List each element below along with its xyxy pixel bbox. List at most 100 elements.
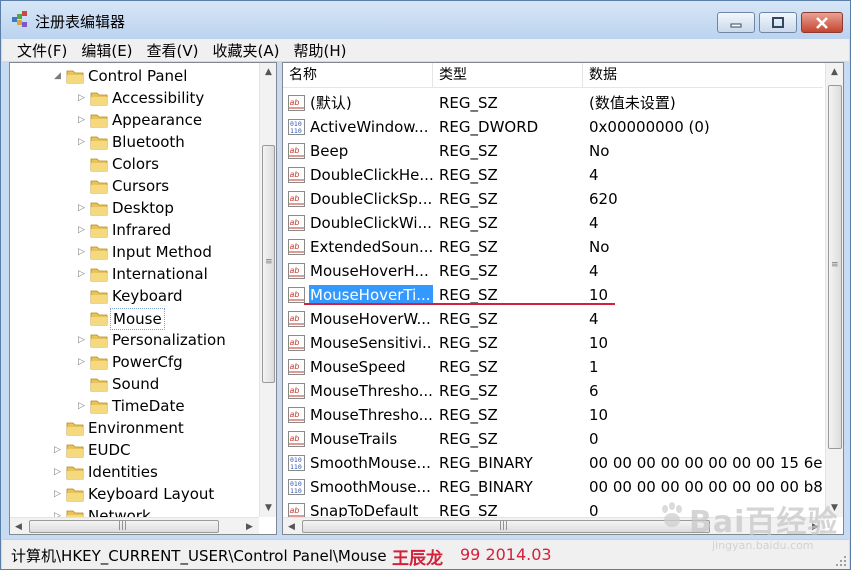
column-header-name[interactable]: 名称 — [283, 63, 433, 88]
tree-item[interactable]: ▷ Identities — [10, 461, 262, 483]
value-data: (数值未设置) — [589, 94, 676, 112]
tree-item[interactable]: ▷ PowerCfg — [10, 351, 262, 373]
tree-item[interactable]: ▷ Accessibility — [10, 87, 262, 109]
resize-grip-icon[interactable] — [835, 555, 847, 567]
key-tree-pane[interactable]: ◢ Control Panel ▷ Accessibility ▷ Appearance ▷… — [9, 62, 277, 535]
value-row[interactable]: ab MouseThresho... REG_SZ 10 — [283, 403, 823, 427]
string-value-icon: ab — [288, 335, 305, 351]
string-value-icon: ab — [288, 263, 305, 279]
tree-item[interactable]: Cursors — [10, 175, 262, 197]
tree-item[interactable]: ▷ Keyboard Layout — [10, 483, 262, 505]
close-button[interactable] — [801, 12, 843, 33]
value-row[interactable]: ab Beep REG_SZ No — [283, 139, 823, 163]
value-data: 1 — [589, 358, 599, 376]
scroll-left-arrow-icon[interactable]: ◀ — [10, 518, 27, 534]
value-row[interactable]: ab MouseTrails REG_SZ 0 — [283, 427, 823, 451]
list-hscroll-thumb[interactable]: ||| — [302, 520, 710, 533]
list-scroll-thumb[interactable]: ≡ — [828, 85, 842, 449]
tree-item[interactable]: Mouse — [10, 307, 262, 330]
expand-arrow-icon[interactable]: ▷ — [78, 247, 86, 257]
value-row[interactable]: ab MouseSensitivi... REG_SZ 10 — [283, 331, 823, 355]
maximize-button[interactable] — [759, 12, 797, 33]
tree-item[interactable]: ▷ Infrared — [10, 219, 262, 241]
tree-item[interactable]: Keyboard — [10, 285, 262, 307]
value-row[interactable]: ab DoubleClickWi... REG_SZ 4 — [283, 211, 823, 235]
tree-horizontal-scrollbar[interactable]: ◀ ||| ▶ — [10, 517, 259, 534]
expand-arrow-icon[interactable]: ▷ — [54, 445, 62, 455]
tree-item[interactable]: Sound — [10, 373, 262, 395]
value-row[interactable]: ab MouseSpeed REG_SZ 1 — [283, 355, 823, 379]
svg-text:ab: ab — [290, 362, 300, 371]
expand-arrow-icon[interactable]: ▷ — [78, 115, 86, 125]
list-vertical-scrollbar[interactable]: ▲ ≡ ▼ — [825, 63, 843, 517]
menu-edit[interactable]: 编辑(E) — [74, 39, 139, 61]
value-row[interactable]: ab DoubleClickHe... REG_SZ 4 — [283, 163, 823, 187]
value-row[interactable]: 010 110 ActiveWindow... REG_DWORD 0x00000000… — [283, 115, 823, 139]
expand-arrow-icon[interactable]: ▷ — [54, 467, 62, 477]
svg-text:ab: ab — [290, 146, 300, 155]
value-name: MouseSensitivi... — [310, 334, 433, 352]
scroll-right-arrow-icon[interactable]: ▶ — [241, 518, 258, 534]
value-row[interactable]: ab MouseThresho... REG_SZ 6 — [283, 379, 823, 403]
menu-file[interactable]: 文件(F) — [10, 39, 74, 61]
column-header-data[interactable]: 数据 — [583, 63, 823, 88]
tree-item[interactable]: Environment — [10, 417, 262, 439]
tree-item[interactable]: ▷ Bluetooth — [10, 131, 262, 153]
folder-icon — [90, 202, 108, 216]
value-row[interactable]: ab ExtendedSoun... REG_SZ No — [283, 235, 823, 259]
tree-item[interactable]: ▷ Appearance — [10, 109, 262, 131]
menu-help[interactable]: 帮助(H) — [286, 39, 353, 61]
expand-arrow-icon[interactable]: ▷ — [78, 269, 86, 279]
scroll-down-arrow-icon[interactable]: ▼ — [260, 499, 276, 516]
value-row[interactable]: ab MouseHoverW... REG_SZ 4 — [283, 307, 823, 331]
column-header-type[interactable]: 类型 — [433, 63, 583, 88]
registry-editor-window: 注册表编辑器 文件(F) 编辑(E) 查看(V) 收藏夹(A) 帮助(H) ◢ C… — [0, 0, 851, 570]
tree-item[interactable]: ▷ Input Method — [10, 241, 262, 263]
expand-arrow-icon[interactable]: ▷ — [78, 335, 86, 345]
tree-item[interactable]: Colors — [10, 153, 262, 175]
tree-item-label: International — [112, 265, 208, 283]
value-name: Beep — [310, 142, 349, 160]
menu-view[interactable]: 查看(V) — [140, 39, 206, 61]
value-row[interactable]: ab DoubleClickSp... REG_SZ 620 — [283, 187, 823, 211]
expand-arrow-icon[interactable]: ▷ — [78, 225, 86, 235]
expanded-arrow-icon[interactable]: ◢ — [54, 71, 62, 81]
tree-item-label: Appearance — [112, 111, 203, 129]
folder-icon — [90, 378, 108, 392]
scroll-up-arrow-icon[interactable]: ▲ — [826, 63, 843, 80]
value-name: ExtendedSoun... — [310, 238, 433, 256]
tree-item[interactable]: ▷ International — [10, 263, 262, 285]
scroll-left-arrow-icon[interactable]: ◀ — [283, 518, 300, 534]
tree-item[interactable]: ◢ Control Panel — [10, 65, 262, 87]
expand-arrow-icon[interactable]: ▷ — [78, 137, 86, 147]
tree-item[interactable]: ▷ EUDC — [10, 439, 262, 461]
menu-favorites[interactable]: 收藏夹(A) — [206, 39, 287, 61]
tree-item[interactable]: ▷ TimeDate — [10, 395, 262, 417]
value-data: 10 — [589, 406, 609, 424]
tree-item[interactable]: ▷ Desktop — [10, 197, 262, 219]
expand-arrow-icon[interactable]: ▷ — [78, 93, 86, 103]
value-name: MouseThresho... — [310, 406, 433, 424]
tree-hscroll-thumb[interactable]: ||| — [29, 520, 219, 533]
expand-arrow-icon[interactable]: ▷ — [78, 357, 86, 367]
value-row[interactable]: ab (默认) REG_SZ (数值未设置) — [283, 91, 823, 115]
value-row[interactable]: 010 110 SmoothMouse... REG_BINARY 00 00 00 0… — [283, 451, 823, 475]
expand-arrow-icon[interactable]: ▷ — [78, 203, 86, 213]
tree-item[interactable]: ▷ Personalization — [10, 329, 262, 351]
string-value-icon: ab — [288, 215, 305, 231]
value-type: REG_BINARY — [439, 478, 533, 496]
string-value-icon: ab — [288, 143, 305, 159]
tree-vertical-scrollbar[interactable]: ▲ ≡ ▼ — [259, 63, 276, 517]
minimize-button[interactable] — [717, 12, 755, 33]
value-row[interactable]: ab MouseHoverH... REG_SZ 4 — [283, 259, 823, 283]
value-name: MouseSpeed — [310, 358, 406, 376]
title-bar[interactable]: 注册表编辑器 — [1, 1, 850, 39]
tree-scroll-thumb[interactable]: ≡ — [262, 145, 275, 383]
expand-arrow-icon[interactable]: ▷ — [78, 401, 86, 411]
values-list-pane[interactable]: 名称 类型 数据 ab (默认) REG_SZ (数值未设置) 010 110 Active… — [282, 62, 844, 535]
expand-arrow-icon[interactable]: ▷ — [54, 489, 62, 499]
folder-icon — [90, 356, 108, 370]
svg-text:ab: ab — [290, 290, 300, 299]
scroll-up-arrow-icon[interactable]: ▲ — [260, 63, 276, 80]
grip-icon: ≡ — [265, 257, 273, 267]
